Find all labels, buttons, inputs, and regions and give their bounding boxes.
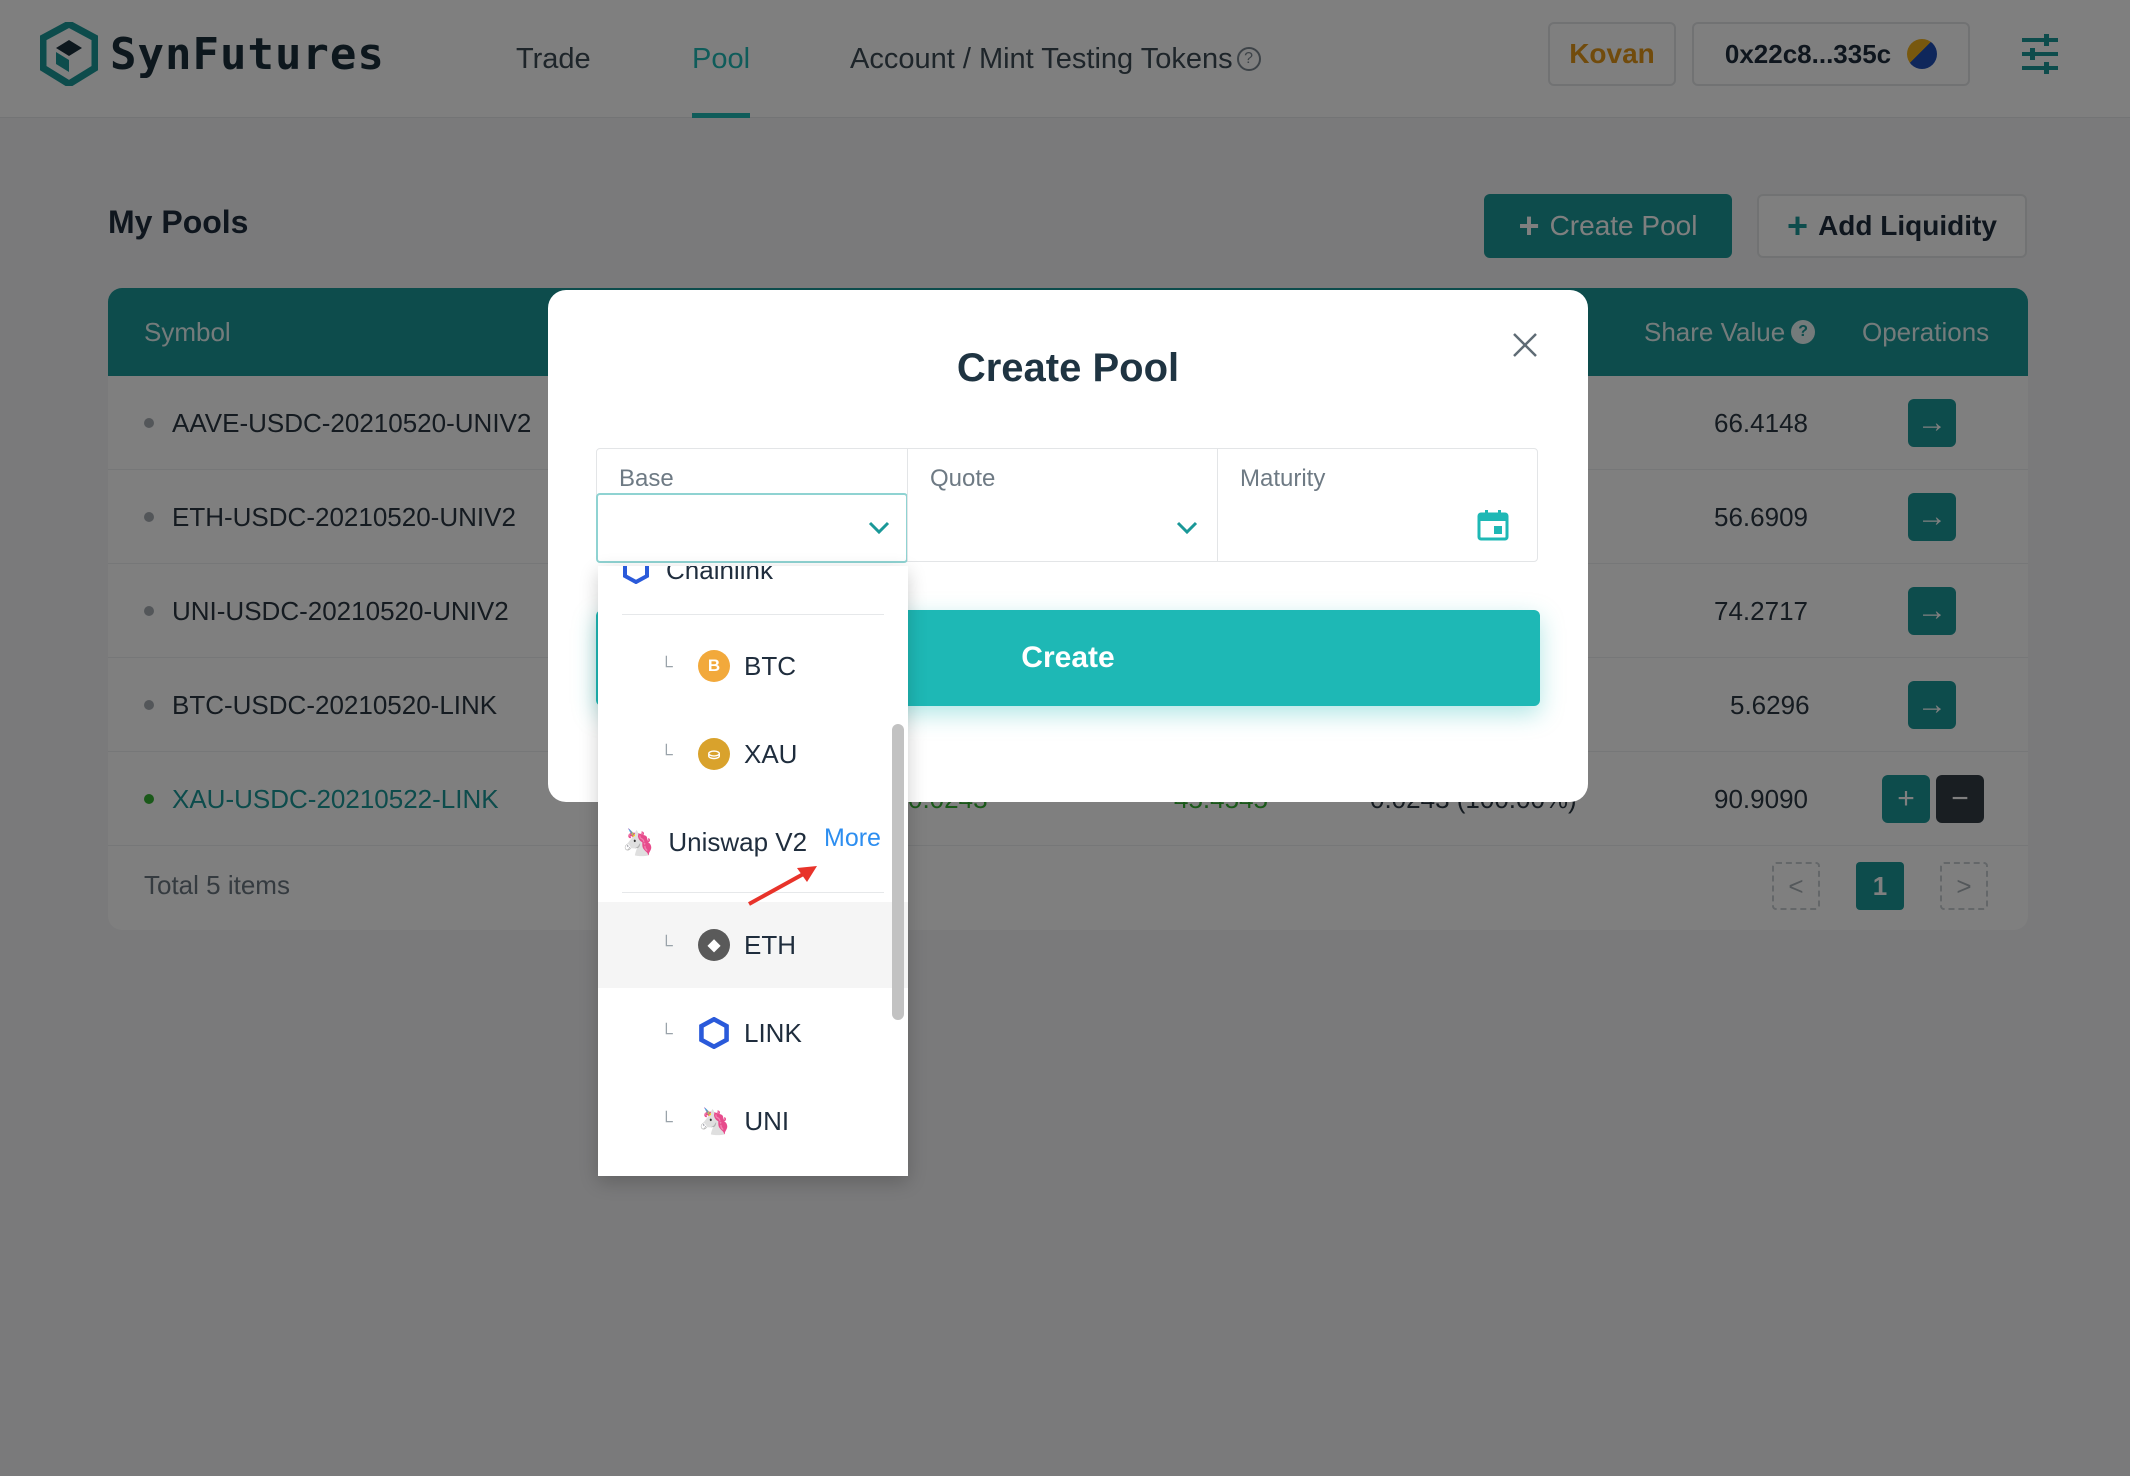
option-label: XAU <box>744 738 798 769</box>
option-label: LINK <box>744 1017 802 1048</box>
dropdown-scrollbar[interactable] <box>892 724 904 1020</box>
maturity-field[interactable]: Maturity <box>1218 449 1538 561</box>
modal-title: Create Pool <box>956 346 1180 390</box>
dropdown-option-eth[interactable]: └ ◆ ETH <box>660 902 908 988</box>
btc-icon: B <box>698 650 730 682</box>
link-icon <box>699 1017 729 1049</box>
option-label: ETH <box>744 929 796 960</box>
base-field: Base <box>596 449 908 563</box>
quote-label: Quote <box>930 465 996 492</box>
dropdown-option-link[interactable]: └ LINK <box>660 990 908 1076</box>
annotation-arrow-icon <box>748 866 817 906</box>
base-label: Base <box>619 465 674 492</box>
option-label: BTC <box>744 650 796 681</box>
group-divider <box>622 614 884 615</box>
tree-connector: └ <box>660 1110 673 1131</box>
group-label: Chainlink <box>666 566 773 585</box>
more-link[interactable]: More <box>824 824 881 853</box>
close-icon[interactable] <box>1510 330 1540 360</box>
tree-connector: └ <box>660 934 673 955</box>
tree-connector: └ <box>660 1022 673 1043</box>
uni-icon: 🦄 <box>622 826 655 857</box>
uni-icon: 🦄 <box>698 1105 731 1136</box>
chevron-down-icon <box>868 521 890 535</box>
eth-icon: ◆ <box>698 929 730 961</box>
option-label: UNI <box>744 1105 790 1136</box>
dropdown-option-xau[interactable]: └ ⛀ XAU <box>660 710 908 798</box>
tree-connector: └ <box>660 743 673 764</box>
dropdown-option-btc[interactable]: └ B BTC <box>660 622 908 710</box>
pool-fields: Base Quote Maturity <box>596 448 1538 563</box>
maturity-label: Maturity <box>1240 465 1326 492</box>
dropdown-option-uni[interactable]: └ 🦄 UNI <box>660 1078 908 1164</box>
group-label: Uniswap V2 <box>668 826 808 857</box>
quote-field[interactable]: Quote <box>908 449 1218 561</box>
chevron-down-icon <box>1176 521 1198 535</box>
gold-icon: ⛀ <box>698 738 730 770</box>
calendar-icon[interactable] <box>1477 509 1509 541</box>
link-icon <box>623 566 649 584</box>
dropdown-group-chainlink: Chainlink <box>622 566 908 590</box>
base-select[interactable] <box>596 493 908 563</box>
tree-connector: └ <box>660 655 673 676</box>
